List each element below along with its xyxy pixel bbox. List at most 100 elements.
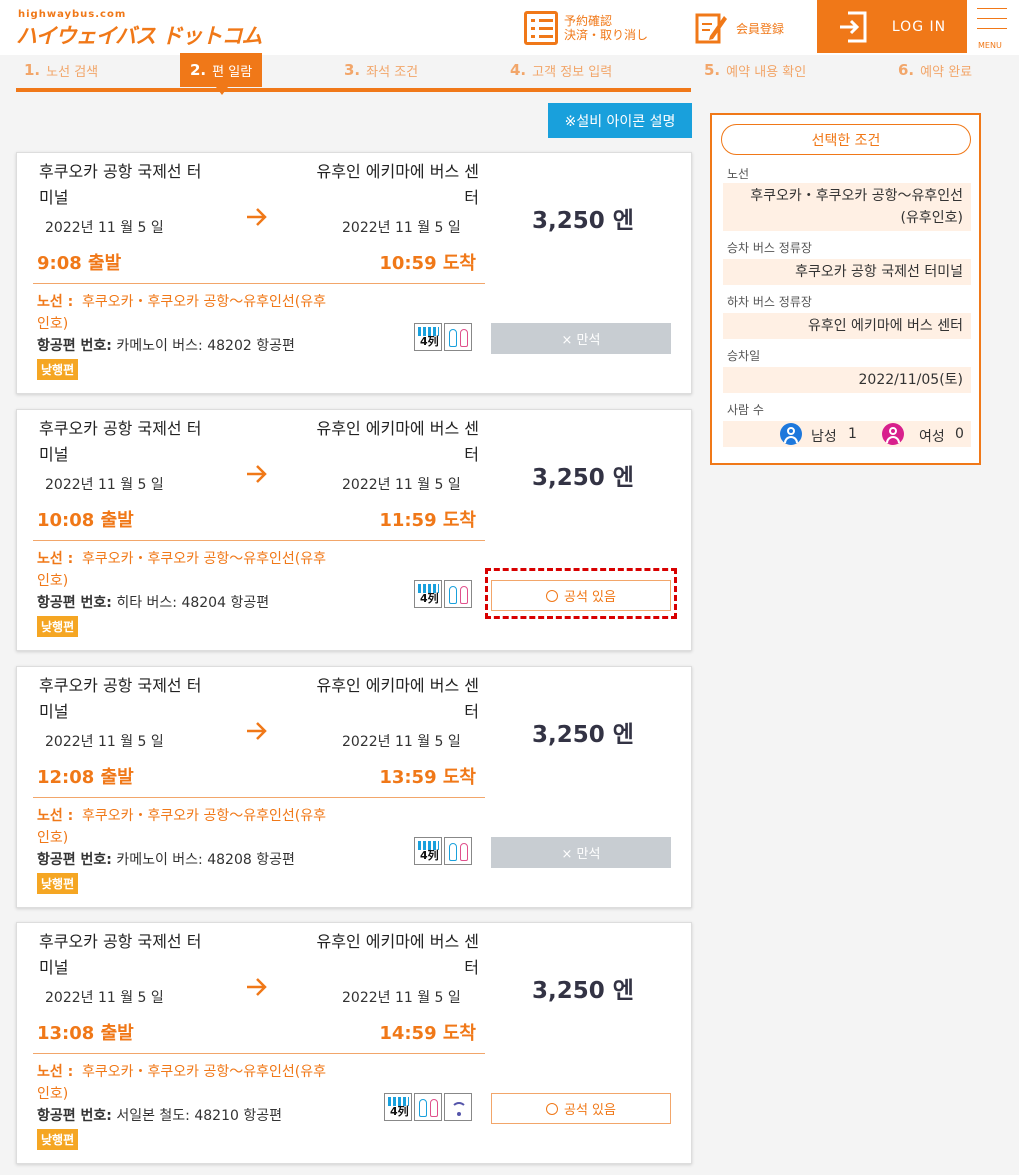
divider <box>33 283 485 284</box>
arrow-right-icon <box>247 465 267 483</box>
facility-icon-legend-button[interactable]: ※설비 아이콘 설명 <box>548 103 692 138</box>
arrival-stop: 유후인 에키마에 버스 센터 <box>316 162 479 207</box>
arrow-right-icon <box>247 978 267 996</box>
arrival-time: 11:59 도착 <box>379 510 476 531</box>
four-row-seat-icon[interactable]: 4列 <box>414 323 442 351</box>
arrival-time: 10:59 도착 <box>379 253 476 274</box>
step-seat-condition: 3. 좌석 조건 <box>344 61 419 80</box>
facility-icons: 4列 <box>414 580 472 608</box>
divider <box>33 797 485 798</box>
departure-stop: 후쿠오카 공항 국제선 터 미널 <box>39 676 202 721</box>
seat-available-label: 공석 있음 <box>564 1103 616 1118</box>
boarding-stop-value: 후쿠오카 공항 국제선 터미널 <box>723 259 971 285</box>
departure-stop: 후쿠오카 공항 국제선 터 미널 <box>39 932 202 977</box>
step-confirm: 5. 예약 내용 확인 <box>704 61 807 80</box>
seat-available-button[interactable]: 공석 있음 <box>491 580 671 611</box>
arrival-stop: 유후인 에키마에 버스 센터 <box>316 419 479 464</box>
passenger-counts: 남성 1 여성 0 <box>723 421 971 447</box>
boarding-date-label: 승차일 <box>727 349 761 363</box>
arrival-stop: 유후인 에키마에 버스 센터 <box>316 932 479 977</box>
toilet-icon[interactable] <box>444 580 472 608</box>
four-row-seat-icon[interactable]: 4列 <box>384 1093 412 1121</box>
member-register-button[interactable]: 会員登録 <box>694 8 784 48</box>
reservation-confirm-button[interactable]: 予約確認 決済・取り消し <box>524 8 648 48</box>
departure-date: 2022년 11 월 5 일 <box>45 734 164 750</box>
daytime-badge: 낮행편 <box>37 616 79 637</box>
reservation-cancel-label: 決済・取り消し <box>564 28 649 42</box>
departure-date: 2022년 11 월 5 일 <box>45 477 164 493</box>
alighting-stop-value: 유후인 에키마에 버스 센터 <box>723 313 971 339</box>
logo-url: highwaybus.com <box>18 9 127 20</box>
member-register-label: 会員登録 <box>736 21 785 36</box>
flight-number: 항공편 번호: 서일본 철도: 48210 항공편 <box>37 1108 282 1124</box>
fare-price: 3,250 엔 <box>532 722 634 748</box>
four-row-seat-icon[interactable]: 4列 <box>414 580 442 608</box>
arrival-date: 2022년 11 월 5 일 <box>342 734 461 750</box>
female-count: 0 <box>955 426 964 442</box>
menu-label: MENU <box>978 41 1002 50</box>
departure-date: 2022년 11 월 5 일 <box>45 220 164 236</box>
site-logo[interactable]: ハイウェイバス ドットコム <box>16 20 262 50</box>
seat-available-button[interactable]: 공석 있음 <box>491 1093 671 1124</box>
male-label: 남성 <box>811 429 837 445</box>
male-count: 1 <box>848 426 857 442</box>
departure-time: 9:08 출발 <box>37 253 122 274</box>
toilet-icon[interactable] <box>444 837 472 865</box>
list-icon <box>524 11 558 45</box>
four-row-seat-icon[interactable]: 4列 <box>414 837 442 865</box>
female-avatar-icon <box>882 423 904 445</box>
departure-stop: 후쿠오카 공항 국제선 터 미널 <box>39 419 202 464</box>
panel-title: 선택한 조건 <box>721 124 971 155</box>
toilet-icon[interactable] <box>414 1093 442 1121</box>
daytime-badge: 낮행편 <box>37 1129 79 1150</box>
selected-conditions-panel: 선택한 조건 노선 후쿠오카・후쿠오카 공항～유후인선 (유후인호) 승차 버스 … <box>710 113 981 465</box>
arrival-date: 2022년 11 월 5 일 <box>342 477 461 493</box>
bus-card: 후쿠오카 공항 국제선 터 미널 유후인 에키마에 버스 센터 2022년 11 … <box>16 409 692 651</box>
arrival-time: 14:59 도착 <box>379 1023 476 1044</box>
route-value: 후쿠오카・후쿠오카 공항～유후인선 (유후인호) <box>723 183 971 231</box>
daytime-badge: 낮행편 <box>37 873 79 894</box>
edit-icon <box>695 13 727 44</box>
progress-line <box>16 88 691 92</box>
daytime-badge: 낮행편 <box>37 359 79 380</box>
arrival-date: 2022년 11 월 5 일 <box>342 990 461 1006</box>
header: highwaybus.com ハイウェイバス ドットコム 予約確認 決済・取り消… <box>0 0 1019 55</box>
reservation-confirm-label: 予約確認 <box>564 14 613 28</box>
departure-time: 13:08 출발 <box>37 1023 134 1044</box>
route-name: 후쿠오카・후쿠오카 공항～유후인선(유후인호) <box>37 294 326 332</box>
circle-icon <box>546 589 558 602</box>
route-name: 후쿠오카・후쿠오카 공항～유후인선(유후인호) <box>37 551 326 589</box>
route-name: 후쿠오카・후쿠오카 공항～유후인선(유후인호) <box>37 808 326 846</box>
fare-price: 3,250 엔 <box>532 465 634 491</box>
wifi-icon[interactable] <box>444 1093 472 1121</box>
boarding-date-value: 2022/11/05(토) <box>723 367 971 393</box>
route-name: 후쿠오카・후쿠오카 공항～유후인선(유후인호) <box>37 1064 326 1102</box>
bus-card: 후쿠오카 공항 국제선 터 미널 유후인 에키마에 버스 센터 2022년 11 … <box>16 152 692 394</box>
boarding-stop-label: 승차 버스 정류장 <box>727 241 812 255</box>
departure-time: 12:08 출발 <box>37 767 134 788</box>
facility-icons: 4列 <box>414 837 472 865</box>
arrow-right-icon <box>247 722 267 740</box>
route-label: 노선 <box>727 167 750 181</box>
menu-button[interactable]: MENU <box>977 8 1009 50</box>
bus-card: 후쿠오카 공항 국제선 터 미널 유후인 에키마에 버스 센터 2022년 11 … <box>16 666 692 908</box>
divider <box>33 540 485 541</box>
alighting-stop-label: 하차 버스 정류장 <box>727 295 812 309</box>
facility-icons: 4列 <box>414 323 472 351</box>
step-route-search: 1. 노선 검색 <box>24 61 99 80</box>
step-complete: 6. 예약 완료 <box>898 61 973 80</box>
facility-icons: 4列 <box>384 1093 472 1121</box>
arrival-date: 2022년 11 월 5 일 <box>342 220 461 236</box>
arrival-time: 13:59 도착 <box>379 767 476 788</box>
passenger-count-label: 사람 수 <box>727 403 764 417</box>
login-label: LOG IN <box>891 18 947 35</box>
departure-time: 10:08 출발 <box>37 510 134 531</box>
toilet-icon[interactable] <box>444 323 472 351</box>
flight-number: 항공편 번호: 히타 버스: 48204 항공편 <box>37 595 270 611</box>
login-button[interactable]: LOG IN <box>817 0 967 53</box>
arrow-right-icon <box>247 208 267 226</box>
departure-date: 2022년 11 월 5 일 <box>45 990 164 1006</box>
flight-number: 항공편 번호: 카메노이 버스: 48208 항공편 <box>37 852 295 868</box>
bus-card: 후쿠오카 공항 국제선 터 미널 유후인 에키마에 버스 센터 2022년 11 … <box>16 922 692 1164</box>
step-customer-info: 4. 고객 정보 입력 <box>510 61 613 80</box>
